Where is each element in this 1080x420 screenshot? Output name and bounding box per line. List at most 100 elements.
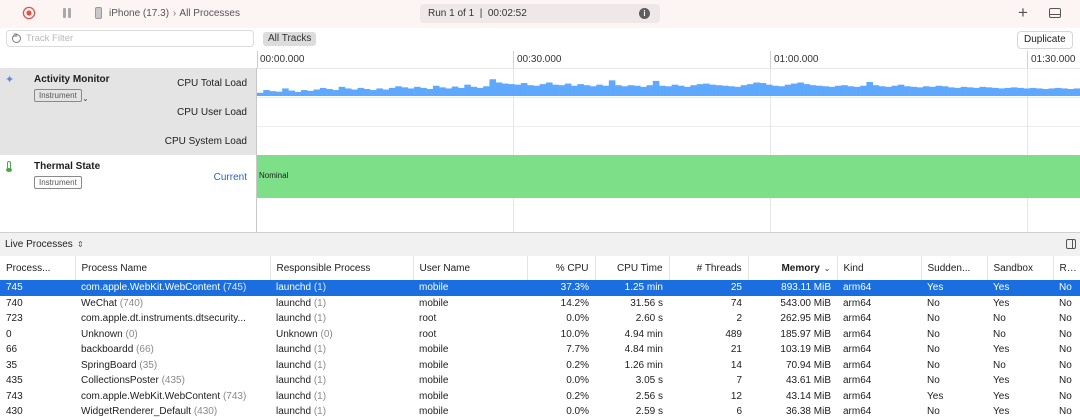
current-label: Current bbox=[213, 172, 247, 183]
column-header-sudden[interactable]: Sudden... bbox=[921, 256, 988, 280]
cpu-load-bar bbox=[784, 84, 792, 96]
cpu-load-bar bbox=[571, 85, 578, 96]
ruler-tick bbox=[513, 51, 514, 68]
column-header-restricted[interactable]: Rest bbox=[1053, 256, 1080, 280]
duplicate-button[interactable]: Duplicate bbox=[1017, 31, 1073, 49]
target-breadcrumb[interactable]: iPhone (17.3) › All Processes bbox=[109, 8, 240, 19]
filter-bar: All Tracks Duplicate bbox=[0, 28, 1080, 51]
cpu-load-bar bbox=[853, 86, 861, 96]
column-header-pid[interactable]: Process... bbox=[0, 256, 76, 280]
cpu-load-bar bbox=[677, 85, 685, 96]
device-name[interactable]: iPhone (17.3) bbox=[109, 8, 169, 19]
cell-responsible-pid: (1) bbox=[313, 375, 327, 387]
ruler-tick bbox=[257, 51, 258, 68]
cell-process-name-pid: (743) bbox=[222, 390, 247, 402]
cpu-load-bar bbox=[985, 87, 993, 96]
table-row[interactable]: 745 com.apple.WebKit.WebContent (745) laun… bbox=[0, 280, 1080, 296]
table-row[interactable]: 66 backboardd (66) launchd (1) mobile 7.7% 4.… bbox=[0, 342, 1080, 358]
column-header-user[interactable]: User Name bbox=[413, 256, 528, 280]
cpu-load-bar bbox=[797, 82, 804, 96]
cell-threads: 74 bbox=[669, 295, 748, 311]
cpu-load-bar bbox=[1048, 88, 1056, 96]
all-tracks-button[interactable]: All Tracks bbox=[263, 32, 317, 46]
cpu-load-bar bbox=[414, 86, 421, 96]
cell-process-name-pid: (745) bbox=[222, 282, 247, 294]
column-header-threads[interactable]: # Threads bbox=[669, 256, 749, 280]
table-row[interactable]: 0 Unknown (0) Unknown (0) root 10.0% 4.94 min… bbox=[0, 326, 1080, 342]
cell-sandbox: No bbox=[987, 326, 1053, 342]
cpu-load-bar bbox=[1004, 87, 1012, 96]
cell-sudden: No bbox=[921, 295, 987, 311]
cell-cpu: 7.7% bbox=[527, 342, 595, 358]
pause-icon[interactable] bbox=[61, 7, 73, 19]
column-header-responsible[interactable]: Responsible Process bbox=[270, 256, 414, 280]
ruler-label: 00:30.000 bbox=[517, 54, 562, 65]
cpu-load-bar bbox=[633, 85, 641, 96]
column-header-sandbox[interactable]: Sandbox bbox=[987, 256, 1054, 280]
column-header-cpu[interactable]: % CPU bbox=[527, 256, 596, 280]
cpu-load-bar bbox=[319, 87, 327, 96]
track-splitter[interactable] bbox=[256, 68, 257, 232]
cpu-load-bar bbox=[734, 86, 742, 96]
cpu-load-bar bbox=[439, 87, 446, 96]
add-instrument-button[interactable]: + bbox=[1018, 3, 1028, 23]
cpu-load-bar bbox=[294, 91, 302, 96]
cell-responsible: launchd (1) bbox=[270, 342, 413, 358]
cpu-load-bar bbox=[596, 84, 603, 96]
cpu-load-bar bbox=[257, 92, 264, 96]
time-ruler[interactable]: 00:00.000 00:30.000 01:00.000 01:30.000 bbox=[257, 51, 1080, 69]
cpu-load-bar bbox=[344, 88, 352, 96]
info-icon[interactable]: i bbox=[639, 8, 650, 19]
cpu-load-bar bbox=[740, 85, 748, 96]
cell-sandbox: Yes bbox=[987, 295, 1053, 311]
table-row[interactable]: 723 com.apple.dt.instruments.dtsecurity..… bbox=[0, 311, 1080, 327]
instrument-title: Thermal State bbox=[34, 161, 101, 172]
cpu-load-bar bbox=[728, 86, 735, 96]
cell-restricted: No bbox=[1053, 311, 1080, 327]
track-graph-area[interactable]: Nominal bbox=[257, 68, 1080, 232]
table-row[interactable]: 435 CollectionsPoster (435) launchd (1) mob… bbox=[0, 373, 1080, 389]
cell-sudden: Yes bbox=[921, 388, 987, 404]
cpu-load-bar bbox=[263, 90, 270, 96]
track-filter-input[interactable] bbox=[26, 32, 246, 45]
toggle-panel-icon[interactable] bbox=[1049, 8, 1061, 18]
cell-kind: arm64 bbox=[837, 373, 921, 389]
chevron-down-icon[interactable]: ⌄ bbox=[82, 94, 89, 103]
cpu-load-bar bbox=[395, 86, 402, 96]
cpu-load-bar bbox=[665, 86, 672, 96]
activity-monitor-track[interactable]: ✦ Activity Monitor Instrument ⌄ CPU Tota… bbox=[0, 68, 257, 156]
cpu-load-bar bbox=[703, 83, 710, 96]
cell-sudden: No bbox=[921, 357, 987, 373]
cpu-load-bar bbox=[954, 87, 961, 96]
cell-cpu: 10.0% bbox=[527, 326, 595, 342]
cell-pid: 743 bbox=[0, 388, 75, 404]
cell-responsible-text: launchd bbox=[276, 344, 312, 356]
instrument-tag: Instrument bbox=[34, 89, 82, 102]
table-row[interactable]: 35 SpringBoard (35) launchd (1) mobile 0.2% 1… bbox=[0, 357, 1080, 373]
live-processes-selector[interactable]: Live Processes ⇕ bbox=[5, 239, 84, 250]
column-header-kind[interactable]: Kind bbox=[837, 256, 922, 280]
cell-user: mobile bbox=[413, 373, 527, 389]
thermal-state-track[interactable]: Thermal State Instrument Current bbox=[0, 155, 257, 200]
cpu-load-bar bbox=[338, 86, 346, 96]
table-row[interactable]: 743 com.apple.WebKit.WebContent (743) laun… bbox=[0, 388, 1080, 404]
cpu-load-bar bbox=[577, 84, 584, 96]
table-row[interactable]: 740 WeChat (740) launchd (1) mobile 14.2% 31.… bbox=[0, 295, 1080, 311]
cell-pid: 723 bbox=[0, 311, 75, 327]
track-filter-field[interactable] bbox=[6, 30, 254, 47]
column-header-process-name[interactable]: Process Name bbox=[75, 256, 271, 280]
cell-cpu: 0.2% bbox=[527, 357, 595, 373]
column-header-memory[interactable]: Memory ⌄ bbox=[748, 256, 838, 280]
table-row[interactable]: 430 WidgetRenderer_Default (430) launchd (… bbox=[0, 404, 1080, 420]
cell-threads: 6 bbox=[669, 404, 748, 420]
cpu-load-bar bbox=[401, 87, 409, 96]
column-header-cpu-time[interactable]: CPU Time bbox=[595, 256, 670, 280]
process-scope[interactable]: All Processes bbox=[179, 8, 240, 19]
record-stop-icon[interactable] bbox=[22, 6, 36, 20]
cpu-load-bar bbox=[834, 85, 842, 96]
cell-cpu-time: 31.56 s bbox=[595, 295, 669, 311]
cpu-load-bar bbox=[878, 86, 886, 96]
inspector-toggle-icon[interactable] bbox=[1066, 239, 1076, 249]
cell-user: mobile bbox=[413, 357, 527, 373]
cpu-load-bar bbox=[558, 85, 566, 96]
